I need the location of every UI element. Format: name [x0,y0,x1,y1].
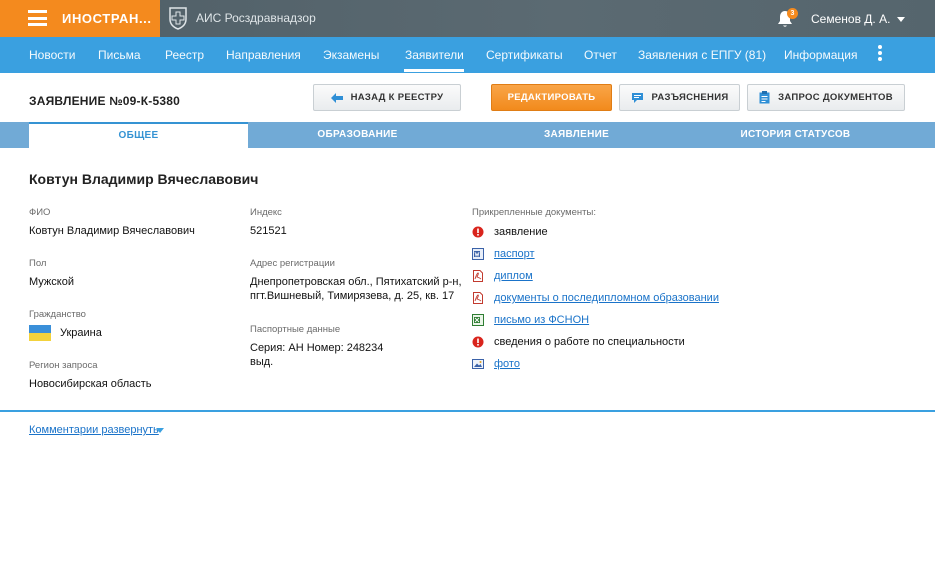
comment-icon [631,92,643,103]
index-value: 521521 [250,225,287,237]
clipboard-icon [759,91,770,104]
user-menu[interactable]: Семенов Д. А. [811,12,890,26]
nav-item-report[interactable]: Отчет [584,48,617,62]
edit-button[interactable]: РЕДАКТИРОВАТЬ [491,84,612,111]
user-menu-chevron-down-icon[interactable] [897,17,905,22]
document-item: заявление [472,225,548,239]
more-vertical-icon[interactable] [878,45,882,63]
fio-value: Ковтун Владимир Вячеславович [29,225,195,237]
gender-value: Мужской [29,276,74,288]
nav-item-information[interactable]: Информация [784,48,857,62]
notification-count-badge: 3 [787,8,798,19]
tab-education[interactable]: ОБРАЗОВАНИЕ [248,122,467,148]
fio-label: ФИО [29,207,51,218]
document-item[interactable]: фото [472,357,520,371]
page-title: ЗАЯВЛЕНИЕ №09-К-5380 [29,94,180,108]
document-name: заявление [494,226,548,238]
missing-document-icon [472,226,484,238]
excel-icon [472,314,484,326]
word-doc-icon [472,248,484,260]
back-to-registry-label: НАЗАД К РЕЕСТРУ [350,92,444,103]
emblem-logo-icon [169,7,187,30]
passport-label: Паспортные данные [250,324,341,335]
image-icon [472,359,484,369]
nav-active-indicator [404,69,464,72]
tab-general[interactable]: ОБЩЕЕ [29,122,248,148]
clarifications-button[interactable]: РАЗЪЯСНЕНИЯ [619,84,740,111]
region-value: Новосибирская область [29,378,152,390]
ukraine-flag-icon [29,325,51,341]
document-name: сведения о работе по специальности [494,336,685,348]
edit-label: РЕДАКТИРОВАТЬ [507,92,596,103]
brand-block: ИНОСТРАН... [0,0,160,37]
document-link[interactable]: фото [494,358,520,370]
section-divider [0,410,935,412]
citizenship-label: Гражданство [29,309,86,320]
top-bar: ИНОСТРАН... АИС Росздравнадзор 3 Семенов… [0,0,935,37]
document-item: сведения о работе по специальности [472,335,685,349]
document-item[interactable]: письмо из ФСНОН [472,313,589,327]
document-link[interactable]: документы о последипломном образовании [494,292,719,304]
pdf-icon [473,292,483,304]
comments-expand-link[interactable]: Комментарии развернуть [29,424,159,436]
region-label: Регион запроса [29,360,98,371]
document-link[interactable]: письмо из ФСНОН [494,314,589,326]
document-item[interactable]: документы о последипломном образовании [472,291,719,305]
nav-item-certificates[interactable]: Сертификаты [486,48,563,62]
request-documents-button[interactable]: ЗАПРОС ДОКУМЕНТОВ [747,84,905,111]
passport-line-2: выд. [250,356,274,368]
main-nav: Новости Письма Реестр Направления Экзаме… [0,37,935,73]
nav-item-registry[interactable]: Реестр [165,48,204,62]
arrow-left-icon [330,92,343,103]
address-line-2: пгт.Вишневый, Тимирязева, д. 25, кв. 17 [250,290,455,302]
chevron-down-icon[interactable] [156,428,164,433]
nav-item-news[interactable]: Новости [29,48,75,62]
tab-application[interactable]: ЗАЯВЛЕНИЕ [467,122,686,148]
brand-title[interactable]: ИНОСТРАН... [62,11,152,26]
tab-status-history[interactable]: ИСТОРИЯ СТАТУСОВ [686,122,905,148]
back-to-registry-button[interactable]: НАЗАД К РЕЕСТРУ [313,84,461,111]
index-label: Индекс [250,207,282,218]
nav-item-letters[interactable]: Письма [98,48,141,62]
nav-item-exams[interactable]: Экзамены [323,48,379,62]
address-label: Адрес регистрации [250,258,335,269]
hamburger-menu-icon[interactable] [28,10,47,26]
request-documents-label: ЗАПРОС ДОКУМЕНТОВ [778,92,893,103]
applicant-name-heading: Ковтун Владимир Вячеславович [29,171,259,187]
pdf-icon [473,270,483,282]
citizenship-value: Украина [60,327,102,339]
nav-item-directions[interactable]: Направления [226,48,301,62]
address-line-1: Днепропетровская обл., Пятихатский р-н, [250,276,462,288]
app-title: АИС Росздравнадзор [196,11,316,25]
passport-line-1: Серия: АН Номер: 248234 [250,342,384,354]
clarifications-label: РАЗЪЯСНЕНИЯ [651,92,729,103]
document-item[interactable]: паспорт [472,247,535,261]
attached-documents-label: Прикрепленные документы: [472,207,596,218]
document-link[interactable]: диплом [494,270,533,282]
document-item[interactable]: диплом [472,269,533,283]
nav-item-epgu-applications[interactable]: Заявления с ЕПГУ (81) [638,48,766,62]
nav-item-applicants[interactable]: Заявители [405,48,464,62]
missing-document-icon [472,336,484,348]
gender-label: Пол [29,258,47,269]
section-tabs: ОБЩЕЕ ОБРАЗОВАНИЕ ЗАЯВЛЕНИЕ ИСТОРИЯ СТАТ… [0,122,935,148]
document-link[interactable]: паспорт [494,248,535,260]
